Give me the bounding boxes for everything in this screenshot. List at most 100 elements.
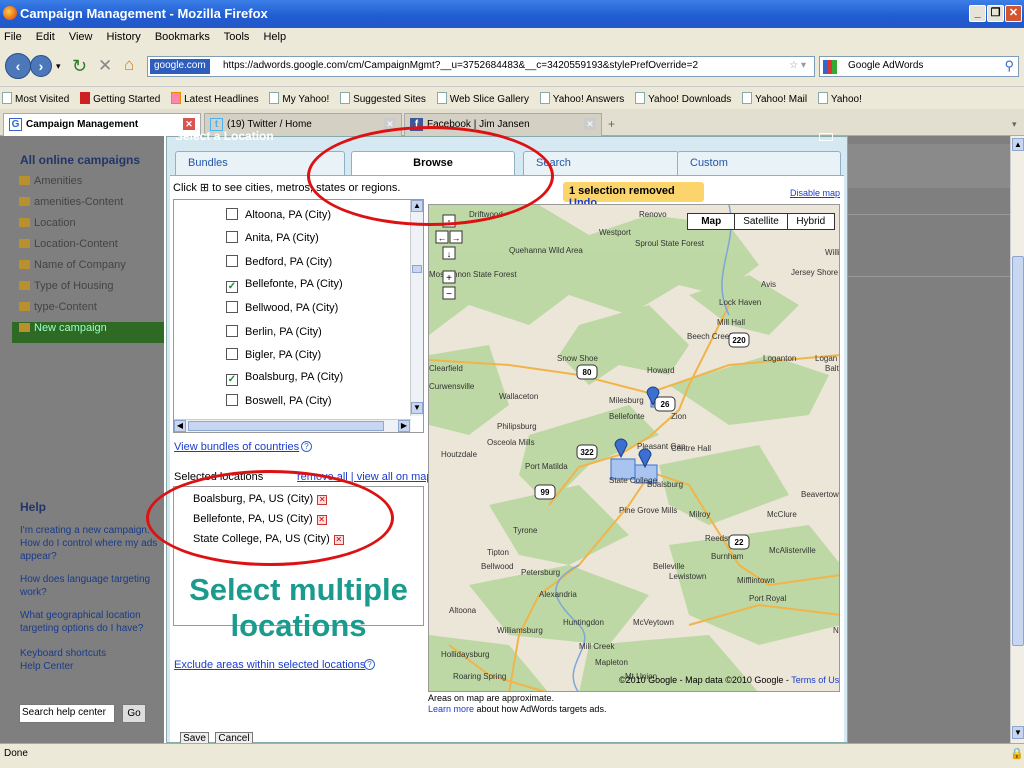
map-canvas[interactable]: Driftwood RenovoWestportSproul State Fore… <box>429 205 840 692</box>
checkbox-checked[interactable]: ✓ <box>226 374 238 387</box>
campaign-item[interactable]: Location-Content <box>12 238 164 259</box>
map-type-hybrid[interactable]: Hybrid <box>788 214 834 229</box>
tab-custom[interactable]: Custom <box>677 151 841 175</box>
campaign-item[interactable]: Location <box>12 217 164 238</box>
checkbox[interactable] <box>226 254 238 267</box>
star-icon[interactable]: ☆ ▾ <box>789 60 806 71</box>
map-type-satellite[interactable]: Satellite <box>735 214 788 229</box>
search-icon[interactable]: ⚲ <box>1004 58 1014 74</box>
url-bar[interactable]: google.com https://adwords.google.com/cm… <box>147 56 815 77</box>
scroll-up-icon[interactable]: ▲ <box>1012 138 1024 151</box>
campaign-item[interactable]: Name of Company <box>12 259 164 280</box>
help-go-button[interactable]: Go <box>122 704 146 723</box>
help-question-icon[interactable]: ? <box>364 659 375 670</box>
menu-file[interactable]: File <box>4 31 22 43</box>
minimize-icon[interactable]: _ <box>969 5 986 22</box>
search-box[interactable]: Google AdWords ⚲ <box>819 56 1019 77</box>
reload-icon[interactable]: ↻ <box>72 56 87 77</box>
history-dropdown-icon[interactable]: ▾ <box>56 61 61 72</box>
city-row[interactable]: Boswell, PA (City) <box>226 394 332 412</box>
map-place-label: Milroy <box>689 510 710 519</box>
stop-icon[interactable]: ✕ <box>98 56 112 76</box>
city-row[interactable]: ✓ Boalsburg, PA (City) <box>226 371 343 389</box>
city-list-vscroll[interactable]: ▲ ▼ <box>410 200 423 416</box>
checkbox[interactable] <box>226 394 238 407</box>
city-row[interactable]: Anita, PA (City) <box>226 231 319 249</box>
menu-history[interactable]: History <box>107 31 141 43</box>
help-question-icon[interactable]: ? <box>301 441 312 452</box>
city-row[interactable]: Bellwood, PA (City) <box>226 301 338 319</box>
view-bundles-link[interactable]: View bundles of countries <box>174 441 299 453</box>
terms-of-use-link[interactable]: Terms of Use <box>791 675 839 685</box>
scroll-left-icon[interactable]: ◀ <box>174 420 186 432</box>
city-row[interactable]: Bedford, PA (City) <box>226 254 332 273</box>
selection-removed-notice: 1 selection removed Undo <box>563 182 704 209</box>
campaign-list-header[interactable]: All online campaigns <box>12 145 164 175</box>
close-icon[interactable]: ✕ <box>1005 5 1022 22</box>
help-link[interactable]: What geographical location targeting opt… <box>12 609 164 635</box>
city-row[interactable]: Altoona, PA (City) <box>226 208 331 226</box>
menu-edit[interactable]: Edit <box>36 31 55 43</box>
help-center-link[interactable]: Help Center <box>12 660 164 673</box>
page-scrollbar[interactable]: ▲ ▼ <box>1010 136 1024 743</box>
scroll-thumb[interactable] <box>412 265 422 273</box>
maximize-icon[interactable]: ❐ <box>987 5 1004 22</box>
checkbox[interactable] <box>226 301 238 314</box>
bookmark-web-slice-gallery[interactable]: Web Slice Gallery <box>436 92 529 105</box>
menu-bookmarks[interactable]: Bookmarks <box>155 31 210 43</box>
city-row[interactable]: Bigler, PA (City) <box>226 347 321 366</box>
bookmark-suggested-sites[interactable]: Suggested Sites <box>340 92 426 105</box>
exclude-areas-link[interactable]: Exclude areas within selected locations <box>174 659 365 671</box>
checkbox[interactable] <box>226 347 238 360</box>
tab-campaign-management[interactable]: G Campaign Management ✕ <box>3 113 201 136</box>
checkbox[interactable] <box>226 231 238 244</box>
campaign-item[interactable]: type-Content <box>12 301 164 322</box>
map-type-map[interactable]: Map <box>688 214 736 229</box>
city-row[interactable]: Berlin, PA (City) <box>226 324 322 343</box>
bookmark-yahoo[interactable]: Yahoo! <box>817 92 862 105</box>
map-place-label: Port Royal <box>749 594 787 603</box>
help-link[interactable]: How does language targeting work? <box>12 573 164 599</box>
learn-more-link[interactable]: Learn more <box>428 704 474 714</box>
city-list-hscroll[interactable]: ◀ ▶ <box>174 419 411 432</box>
bookmark-yahoo-mail[interactable]: Yahoo! Mail <box>742 92 807 105</box>
tab-list-icon[interactable]: ▾ <box>1012 119 1017 130</box>
scrollbar-thumb[interactable] <box>1012 256 1024 646</box>
menu-tools[interactable]: Tools <box>224 31 250 43</box>
campaign-item[interactable]: amenities-Content <box>12 196 164 217</box>
scroll-right-icon[interactable]: ▶ <box>398 420 410 432</box>
home-icon[interactable]: ⌂ <box>124 55 134 75</box>
scroll-down-icon[interactable]: ▼ <box>411 402 423 414</box>
bookmark-getting-started[interactable]: Getting Started <box>80 92 160 105</box>
bookmark-latest-headlines[interactable]: Latest Headlines <box>171 92 259 105</box>
bookmark-yahoo-downloads[interactable]: Yahoo! Downloads <box>635 92 731 105</box>
new-tab-icon[interactable]: + <box>608 117 615 131</box>
scroll-thumb[interactable] <box>188 421 384 431</box>
menu-help[interactable]: Help <box>263 31 286 43</box>
location-map[interactable]: Driftwood Renovo Westport Sproul State Fore… <box>428 204 840 692</box>
help-search-input[interactable]: Search help center <box>19 704 115 723</box>
menu-view[interactable]: View <box>69 31 93 43</box>
forward-icon[interactable]: › <box>30 55 52 77</box>
help-link[interactable]: I'm creating a new campaign. How do I co… <box>12 524 164 563</box>
campaign-item-selected[interactable]: New campaign <box>12 322 164 343</box>
bookmark-yahoo-answers[interactable]: Yahoo! Answers <box>539 92 624 105</box>
bookmark-most-visited[interactable]: Most Visited <box>2 92 69 105</box>
back-icon[interactable]: ‹ <box>5 53 31 79</box>
dialog-close-icon[interactable] <box>819 133 833 141</box>
keyboard-shortcuts-link[interactable]: Keyboard shortcuts <box>12 647 164 660</box>
bookmark-my-yahoo[interactable]: My Yahoo! <box>269 92 329 105</box>
checkbox[interactable] <box>226 324 238 337</box>
scroll-down-icon[interactable]: ▼ <box>1012 726 1024 739</box>
map-place-label: Huntingdon <box>563 618 604 627</box>
view-all-on-map-link[interactable]: view all on map <box>357 471 433 483</box>
checkbox[interactable] <box>226 208 238 220</box>
campaign-item[interactable]: Amenities <box>12 175 164 196</box>
checkbox-checked[interactable]: ✓ <box>226 280 238 293</box>
map-place-label: Lewistown <box>669 572 706 581</box>
campaign-item[interactable]: Type of Housing <box>12 280 164 301</box>
disable-map-link[interactable]: Disable map <box>790 188 840 198</box>
city-row[interactable]: ✓ Bellefonte, PA (City) <box>226 278 343 296</box>
site-identity-badge[interactable]: google.com <box>150 59 210 74</box>
tab-close-icon[interactable]: ✕ <box>584 118 596 130</box>
